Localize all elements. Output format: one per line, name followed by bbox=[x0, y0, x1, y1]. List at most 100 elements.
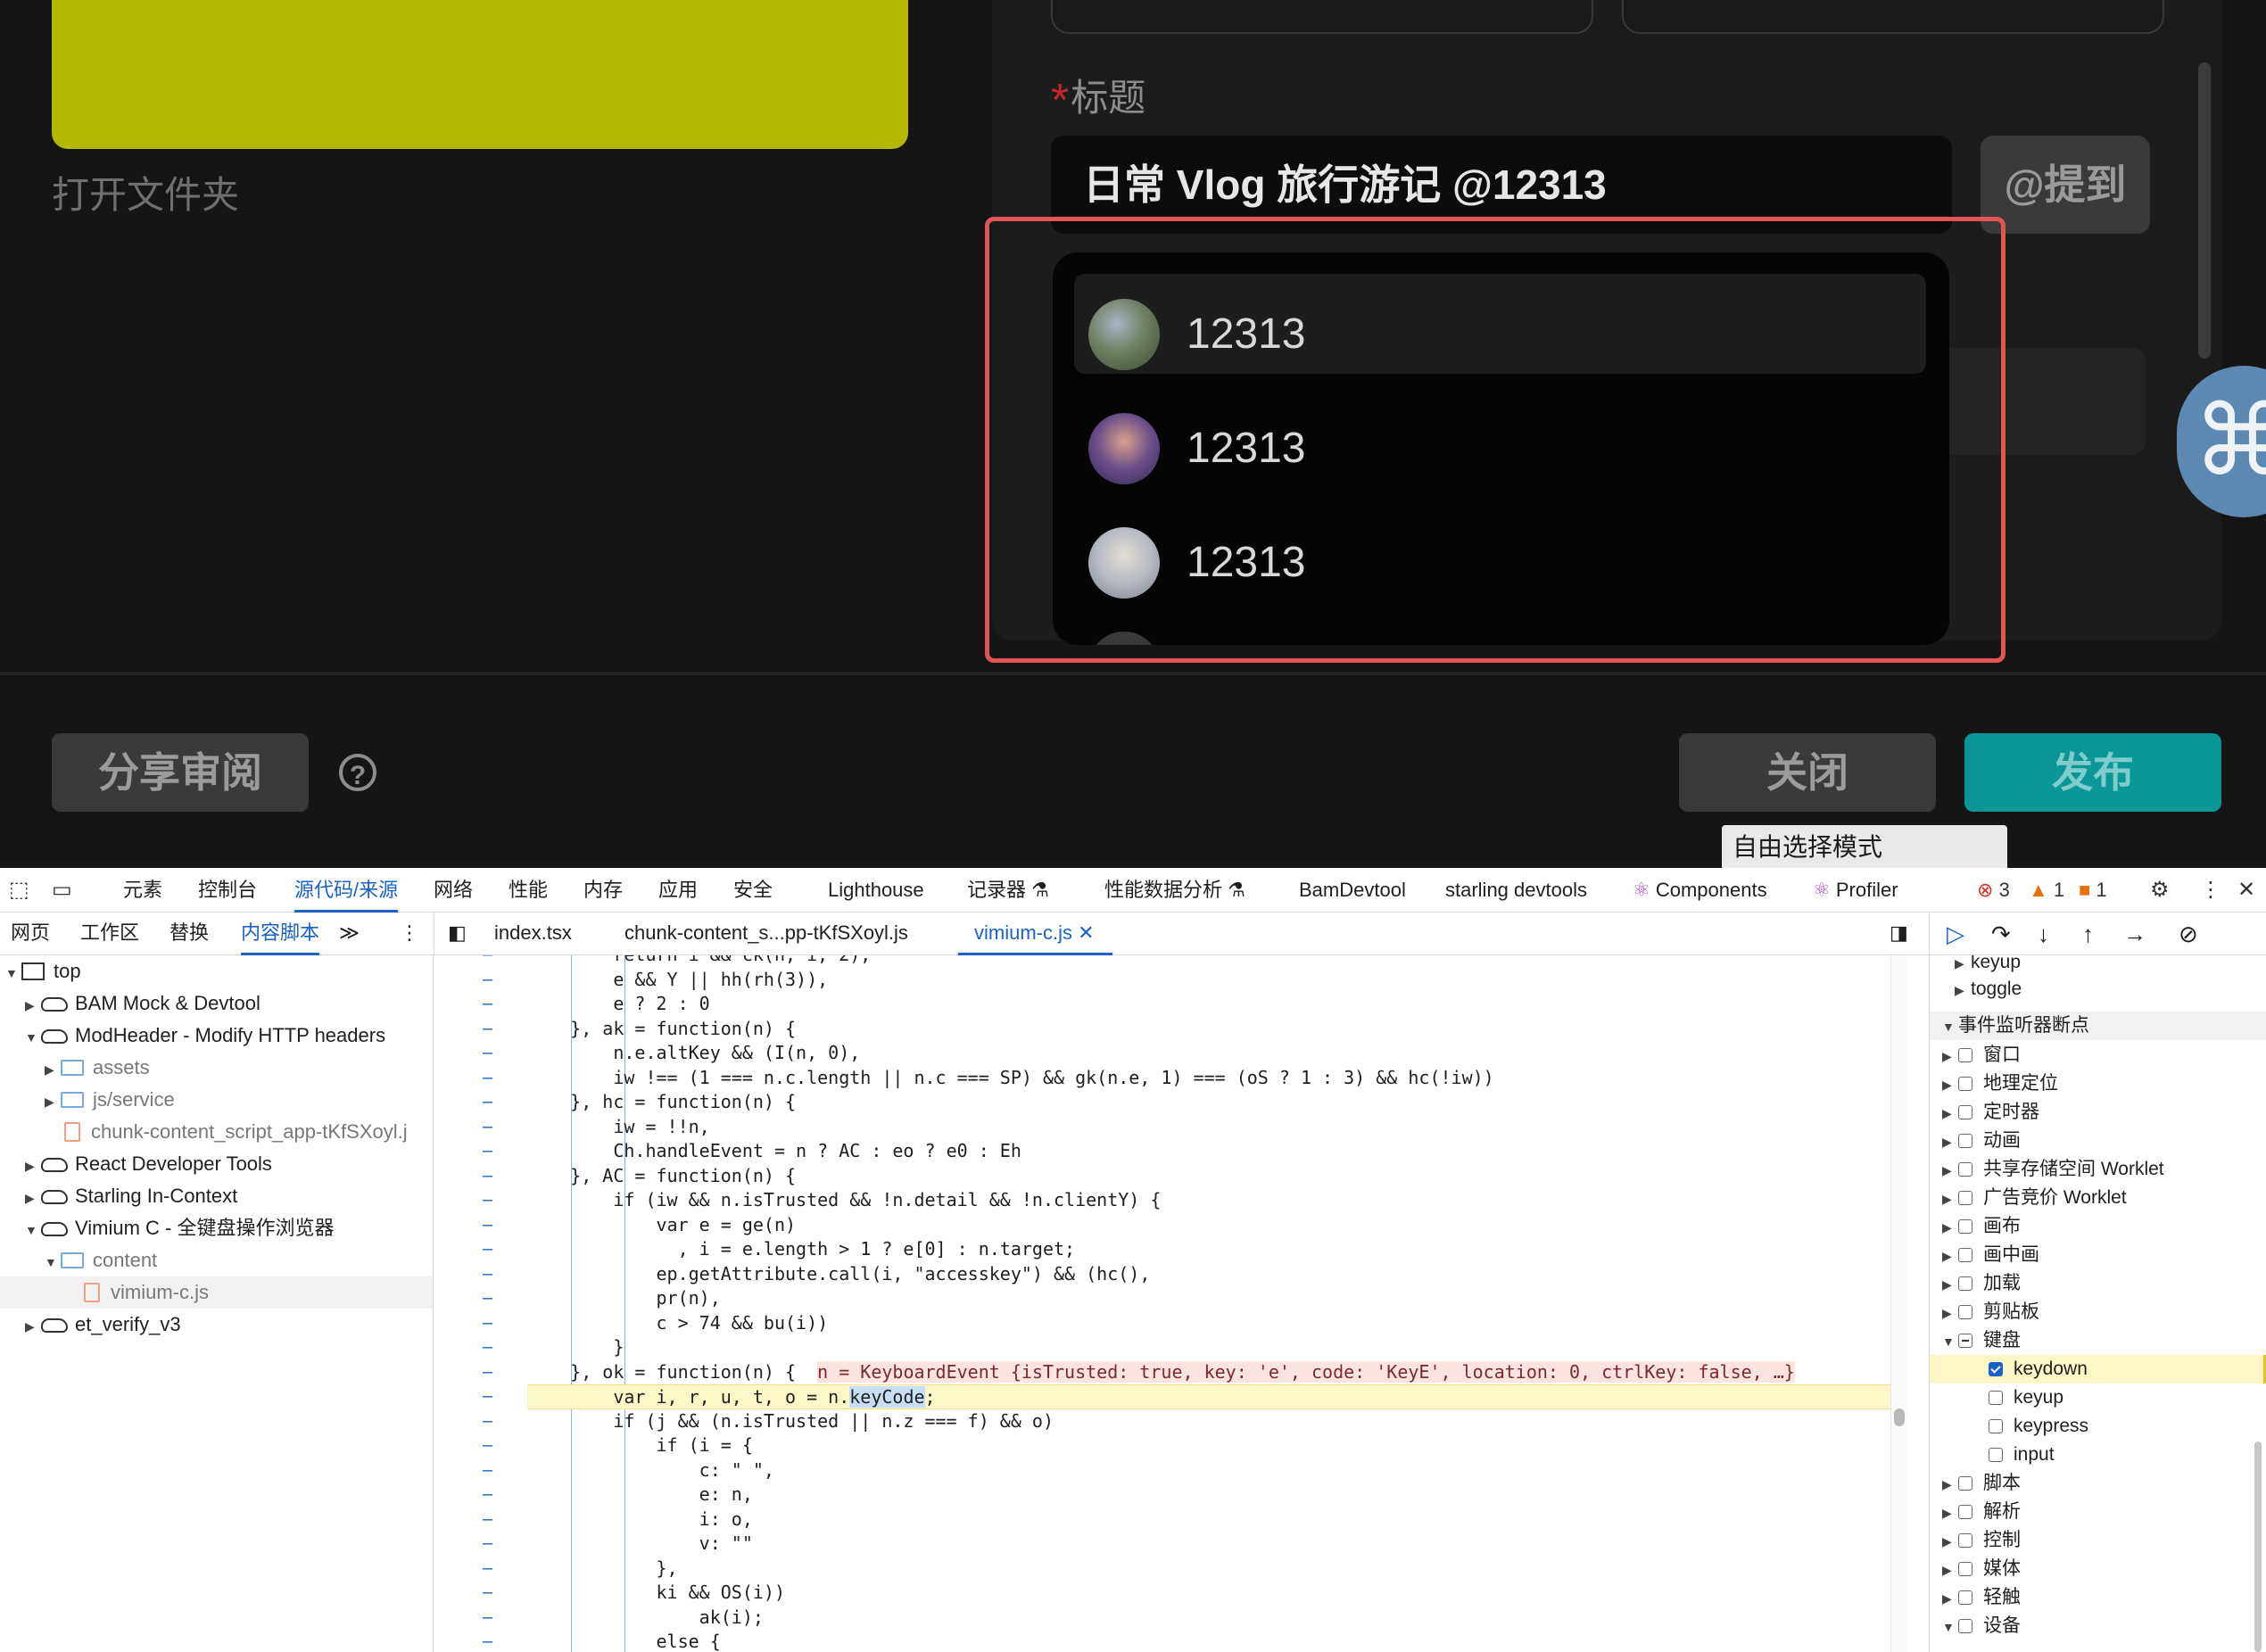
breakpoint-category[interactable]: ▶ 定时器 bbox=[1930, 1098, 2266, 1127]
tree-item-extension[interactable]: ▼ Vimium C - 全键盘操作浏览器 bbox=[0, 1212, 335, 1244]
checkbox[interactable] bbox=[1989, 1391, 2003, 1405]
subtab-page[interactable]: 网页 bbox=[11, 913, 50, 955]
breakpoint-entry[interactable]: ▶ toggle bbox=[1930, 975, 2266, 1004]
checkbox[interactable] bbox=[1958, 1191, 1972, 1205]
checkbox[interactable] bbox=[1989, 1448, 2003, 1462]
event-listener-breakpoints-header[interactable]: ▼ 事件监听器断点 bbox=[1930, 1012, 2266, 1040]
tree-item-folder[interactable]: ▶ js/service bbox=[0, 1084, 175, 1116]
top-field-left[interactable] bbox=[1051, 0, 1593, 34]
tree-item-extension[interactable]: ▶ BAM Mock & Devtool bbox=[0, 987, 261, 1020]
breakpoint-category[interactable]: ▶ 剪贴板 bbox=[1930, 1298, 2266, 1326]
device-toolbar-icon[interactable]: ▭ bbox=[52, 868, 72, 913]
tree-item-file[interactable]: chunk-content_script_app-tKfSXoyl.j bbox=[0, 1116, 408, 1148]
checkbox[interactable] bbox=[1958, 1134, 1972, 1148]
form-scrollbar[interactable] bbox=[2198, 62, 2211, 359]
step-over-icon[interactable]: ↷ bbox=[1991, 913, 2011, 955]
tree-item-extension[interactable]: ▼ ModHeader - Modify HTTP headers bbox=[0, 1020, 385, 1052]
open-folder-link[interactable]: 打开文件夹 bbox=[52, 165, 239, 219]
breakpoint-category-keyboard[interactable]: ▼ 键盘 bbox=[1930, 1326, 2266, 1355]
deactivate-breakpoints-icon[interactable]: ⊘ bbox=[2179, 913, 2198, 955]
breakpoint-category[interactable]: ▶ 加载 bbox=[1930, 1269, 2266, 1298]
breakpoint-category[interactable]: ▶ 画中画 bbox=[1930, 1241, 2266, 1269]
tab-sources[interactable]: 源代码/来源 bbox=[294, 868, 399, 913]
tree-item-folder[interactable]: ▶ assets bbox=[0, 1052, 150, 1084]
checkbox[interactable] bbox=[1958, 1533, 1972, 1548]
editor-scrollbar[interactable] bbox=[1890, 955, 1906, 1652]
scrollbar-thumb[interactable] bbox=[1894, 1408, 1905, 1426]
step-into-icon[interactable]: ↓ bbox=[2038, 913, 2049, 955]
checkbox[interactable] bbox=[1958, 1276, 1972, 1291]
breakpoint-category[interactable]: ▶ 轻触 bbox=[1930, 1583, 2266, 1612]
tab-profiler[interactable]: ⚛ Profiler bbox=[1813, 868, 1898, 913]
tab-application[interactable]: 应用 bbox=[658, 868, 698, 913]
tab-network[interactable]: 网络 bbox=[434, 868, 473, 913]
inspect-element-icon[interactable]: ⬚ bbox=[9, 868, 29, 913]
tab-lighthouse[interactable]: Lighthouse bbox=[828, 868, 924, 913]
subtab-content-scripts[interactable]: 内容脚本 bbox=[241, 913, 320, 955]
subtab-overrides[interactable]: 替换 bbox=[170, 913, 209, 955]
more-tabs-icon[interactable]: ≫ bbox=[339, 913, 360, 955]
tab-bamdevtool[interactable]: BamDevtool bbox=[1299, 868, 1406, 913]
close-tab-icon[interactable]: ✕ bbox=[1078, 921, 1094, 944]
file-tab-index[interactable]: index.tsx bbox=[494, 913, 572, 955]
breakpoint-category[interactable]: ▶ 解析 bbox=[1930, 1498, 2266, 1526]
tab-recorder[interactable]: 记录器 ⚗ bbox=[967, 868, 1049, 913]
subtab-workspace[interactable]: 工作区 bbox=[80, 913, 139, 955]
checkbox-checked[interactable] bbox=[1989, 1362, 2003, 1376]
tab-components[interactable]: ⚛ Components bbox=[1633, 868, 1767, 913]
checkbox[interactable] bbox=[1958, 1219, 1972, 1234]
file-tab-chunk[interactable]: chunk-content_s...pp-tKfSXoyl.js bbox=[624, 913, 908, 955]
tree-item-extension[interactable]: ▶ Starling In-Context bbox=[0, 1180, 237, 1212]
breakpoint-category[interactable]: ▶ 窗口 bbox=[1930, 1041, 2266, 1070]
breakpoint-category[interactable]: ▶ 广告竞价 Worklet bbox=[1930, 1184, 2266, 1212]
breakpoint-category[interactable]: ▶ 动画 bbox=[1930, 1127, 2266, 1155]
breakpoint-event-keydown[interactable]: keydown bbox=[1930, 1355, 2266, 1384]
tab-performance[interactable]: 性能 bbox=[509, 868, 548, 913]
checkbox[interactable] bbox=[1958, 1305, 1972, 1319]
tab-memory[interactable]: 内存 bbox=[583, 868, 623, 913]
error-count[interactable]: ⊗ 3 bbox=[1977, 868, 2010, 913]
resume-icon[interactable]: ▷ bbox=[1947, 913, 1964, 955]
checkbox[interactable] bbox=[1958, 1077, 1972, 1091]
line-gutter[interactable] bbox=[434, 955, 527, 1652]
toggle-debugger-icon[interactable]: ◨ bbox=[1890, 913, 1908, 955]
tree-item-extension[interactable]: ▶ et_verify_v3 bbox=[0, 1309, 181, 1341]
sidebar-scrollbar[interactable] bbox=[2254, 1441, 2262, 1652]
toggle-navigator-icon[interactable]: ◧ bbox=[448, 913, 467, 955]
checkbox[interactable] bbox=[1958, 1476, 1972, 1491]
breakpoint-event[interactable]: keyup bbox=[1930, 1384, 2266, 1412]
breakpoint-category[interactable]: ▶ 画布 bbox=[1930, 1212, 2266, 1241]
top-field-right[interactable] bbox=[1622, 0, 2164, 34]
checkbox[interactable] bbox=[1989, 1419, 2003, 1433]
breakpoint-category[interactable]: ▶ 媒体 bbox=[1930, 1555, 2266, 1583]
checkbox[interactable] bbox=[1958, 1105, 1972, 1119]
tab-starling-devtools[interactable]: starling devtools bbox=[1445, 868, 1587, 913]
file-tab-vimium[interactable]: vimium-c.js ✕ bbox=[958, 913, 1112, 955]
code-editor[interactable]: – return i && ck(n, i, 2), – e && Y || h… bbox=[434, 955, 1906, 1652]
close-button[interactable]: 关闭 bbox=[1679, 733, 1936, 812]
checkbox[interactable] bbox=[1958, 1505, 1972, 1519]
settings-gear-icon[interactable]: ⚙ bbox=[2150, 868, 2170, 913]
tree-item-top[interactable]: ▼ top bbox=[0, 955, 81, 987]
checkbox[interactable] bbox=[1958, 1048, 1972, 1062]
breakpoint-event[interactable]: input bbox=[1930, 1441, 2266, 1469]
checkbox[interactable] bbox=[1958, 1590, 1972, 1605]
tree-item-folder[interactable]: ▼ content bbox=[0, 1244, 157, 1276]
close-devtools-icon[interactable]: ✕ bbox=[2237, 868, 2255, 913]
tree-item-extension[interactable]: ▶ React Developer Tools bbox=[0, 1148, 272, 1180]
navigator-menu-icon[interactable]: ⋮ bbox=[400, 913, 419, 955]
issue-count[interactable]: ■ 1 bbox=[2079, 868, 2107, 913]
publish-button[interactable]: 发布 bbox=[1964, 733, 2221, 812]
share-review-button[interactable]: 分享审阅 bbox=[52, 733, 309, 812]
tab-console[interactable]: 控制台 bbox=[198, 868, 257, 913]
breakpoint-category[interactable]: ▶ 地理定位 bbox=[1930, 1070, 2266, 1098]
help-icon[interactable]: ? bbox=[339, 754, 376, 791]
tab-performance-insights[interactable]: 性能数据分析 ⚗ bbox=[1104, 868, 1245, 913]
tab-security[interactable]: 安全 bbox=[733, 868, 773, 913]
breakpoint-category[interactable]: ▶ 共享存储空间 Worklet bbox=[1930, 1155, 2266, 1184]
breakpoint-category[interactable]: ▶ 控制 bbox=[1930, 1526, 2266, 1555]
cover-preview[interactable] bbox=[52, 0, 908, 149]
mention-button[interactable]: @提到 bbox=[1981, 136, 2150, 234]
step-out-icon[interactable]: ↑ bbox=[2082, 913, 2094, 955]
checkbox[interactable] bbox=[1958, 1619, 1972, 1633]
